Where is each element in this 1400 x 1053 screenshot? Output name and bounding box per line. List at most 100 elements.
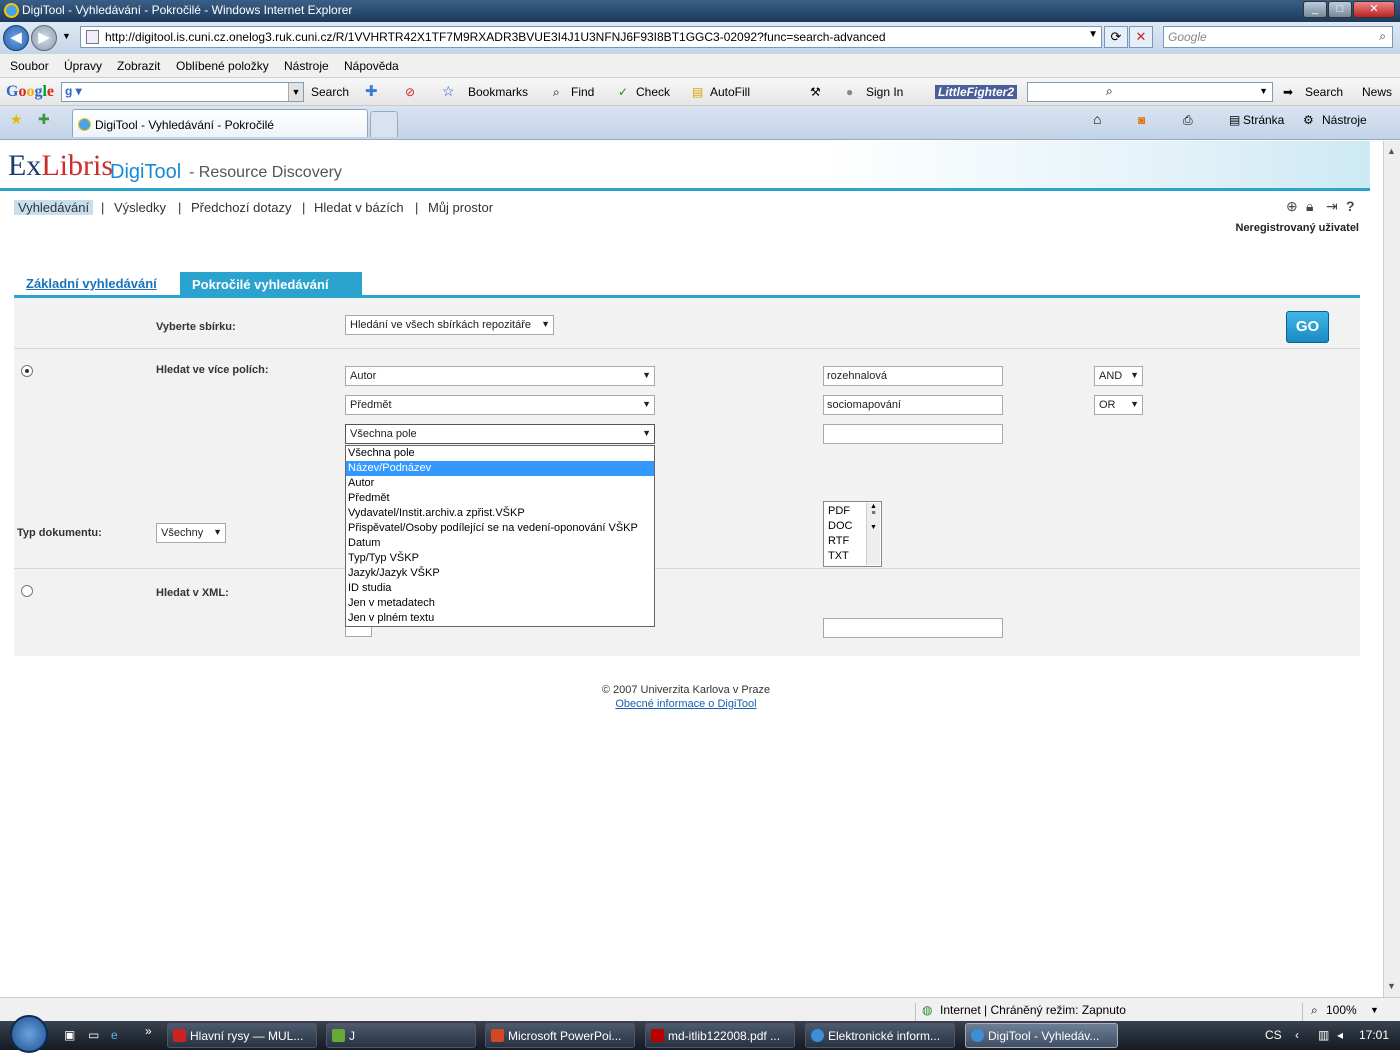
stop-icon[interactable]: ✕ — [1129, 26, 1153, 48]
field-select-3[interactable]: Všechna pole ▼ — [345, 424, 655, 444]
nav-vysledky[interactable]: Výsledky — [114, 200, 166, 215]
dropdown-option[interactable]: Typ/Typ VŠKP — [346, 551, 654, 566]
about-link[interactable]: Obecné informace o DigiTool — [615, 698, 756, 710]
menu-napoveda[interactable]: Nápověda — [344, 59, 399, 73]
dropdown-option[interactable]: Všechna pole — [346, 446, 654, 461]
dropdown-option[interactable]: ID studia — [346, 581, 654, 596]
menu-soubor[interactable]: Soubor — [10, 59, 49, 73]
tab-digitool[interactable]: DigiTool - Vyhledávání - Pokročilé — [72, 109, 368, 137]
nav-vyhledavani[interactable]: Vyhledávání — [14, 200, 94, 215]
operator-select-2[interactable]: OR ▼ — [1094, 395, 1143, 415]
field-dropdown-list[interactable]: Všechna pole Název/Podnázev Autor Předmě… — [345, 445, 655, 627]
tools-menu[interactable]: Nástroje — [1322, 113, 1367, 127]
nav-muj-prostor[interactable]: Můj prostor — [428, 200, 493, 215]
nav-hledat-v-bazich[interactable]: Hledat v bázích — [314, 200, 404, 215]
google-search-input[interactable]: g ▾ ▼ — [61, 82, 304, 102]
dropdown-option[interactable]: Vydavatel/Instit.archiv.a zpřist.VŠKP — [346, 506, 654, 521]
favorites-star-icon[interactable]: ★ — [10, 111, 23, 128]
language-indicator[interactable]: CS — [1265, 1028, 1282, 1042]
tray-expand-icon[interactable]: ‹ — [1295, 1028, 1299, 1042]
wrench-icon[interactable]: ⚒ — [810, 85, 821, 99]
clock[interactable]: 17:01 — [1359, 1028, 1389, 1042]
show-desktop-icon[interactable]: ▣ — [64, 1028, 75, 1042]
help-icon[interactable]: ? — [1346, 198, 1355, 214]
popup-blocker-icon[interactable]: ⊘ — [405, 85, 415, 99]
term-input-1[interactable]: rozehnalová — [823, 366, 1003, 386]
toolbar-search-button[interactable]: Search — [1305, 85, 1343, 99]
volume-icon[interactable]: ◂ — [1337, 1028, 1343, 1042]
taskbar-item-mul[interactable]: Hlavní rysy — MUL... — [167, 1023, 317, 1048]
find-button[interactable]: Find — [571, 85, 594, 99]
xml-input[interactable] — [823, 618, 1003, 638]
google-search-button[interactable]: Search — [311, 85, 349, 99]
toolbar-search-dropdown-icon[interactable]: ▼ — [1259, 86, 1268, 96]
search-icon[interactable]: ⌕ — [1379, 29, 1386, 44]
quicklaunch-more-icon[interactable]: » — [145, 1024, 152, 1038]
menu-zobrazit[interactable]: Zobrazit — [117, 59, 160, 73]
dropdown-option-highlighted[interactable]: Název/Podnázev — [346, 461, 654, 476]
multi-field-radio[interactable] — [21, 365, 33, 377]
dropdown-option[interactable]: Jazyk/Jazyk VŠKP — [346, 566, 654, 581]
taskbar-item-powerpoint[interactable]: Microsoft PowerPoi... — [485, 1023, 635, 1048]
search-input[interactable]: Google ⌕ — [1163, 26, 1393, 48]
add-icon[interactable]: ✚ — [365, 82, 378, 100]
menu-upravy[interactable]: Úpravy — [64, 59, 102, 73]
lock-icon[interactable]: 🔒︎ — [1306, 198, 1313, 215]
check-button[interactable]: Check — [636, 85, 670, 99]
rss-icon[interactable]: ◙ — [1138, 113, 1145, 127]
dropdown-option[interactable]: Autor — [346, 476, 654, 491]
maximize-button[interactable]: □ — [1328, 1, 1352, 18]
format-option[interactable]: PDF — [828, 505, 850, 517]
collection-select[interactable]: Hledání ve všech sbírkách repozitáře ▼ — [345, 315, 554, 335]
forward-button[interactable]: ▶ — [31, 25, 57, 51]
menu-nastroje[interactable]: Nástroje — [284, 59, 329, 73]
add-favorite-icon[interactable]: ✚ — [38, 111, 50, 128]
dropdown-option[interactable]: Předmět — [346, 491, 654, 506]
dropdown-option[interactable]: Přispěvatel/Osoby podílející se na veden… — [346, 521, 654, 536]
littlefighter-logo[interactable]: LittleFighter2 — [935, 85, 1018, 99]
minimize-button[interactable]: _ — [1303, 1, 1327, 18]
globe-icon[interactable]: ⊕ — [1286, 198, 1298, 215]
zoom-level[interactable]: 100% — [1326, 1003, 1357, 1017]
home-icon[interactable]: ⌂ — [1093, 111, 1101, 127]
url-field[interactable]: http://digitool.is.cuni.cz.onelog3.ruk.c… — [80, 26, 1102, 48]
term-input-3[interactable] — [823, 424, 1003, 444]
scroll-up-icon[interactable]: ▲ — [1387, 146, 1396, 156]
dropdown-option[interactable]: Jen v plném textu — [346, 611, 654, 626]
print-icon[interactable]: ⎙ — [1183, 113, 1193, 128]
start-button[interactable] — [10, 1015, 48, 1053]
xml-radio[interactable] — [21, 585, 33, 597]
term-input-2[interactable]: sociomapování — [823, 395, 1003, 415]
google-search-dropdown-icon[interactable]: ▼ — [288, 83, 303, 101]
field-select-1[interactable]: Autor ▼ — [345, 366, 655, 386]
taskbar-item-elektronicke[interactable]: Elektronické inform... — [805, 1023, 955, 1048]
taskbar-item-pdf[interactable]: md-itlib122008.pdf ... — [645, 1023, 795, 1048]
ie-quicklaunch-icon[interactable]: e — [111, 1028, 118, 1042]
format-option[interactable]: RTF — [828, 535, 849, 547]
page-menu[interactable]: Stránka — [1243, 113, 1284, 127]
menu-oblibene[interactable]: Oblíbené položky — [176, 59, 269, 73]
listbox-scrollbar[interactable]: ▲ ≡ ▼ — [866, 503, 880, 565]
doctype-select[interactable]: Všechny ▼ — [156, 523, 226, 543]
url-dropdown-icon[interactable]: ▼ — [1088, 29, 1098, 40]
bookmarks-button[interactable]: Bookmarks — [468, 85, 528, 99]
toolbar-search-input[interactable]: ⌕ ▼ — [1027, 82, 1273, 102]
scroll-down-icon[interactable]: ▼ — [1387, 981, 1396, 991]
go-button[interactable]: GO — [1286, 311, 1329, 343]
page-scrollbar[interactable]: ▲ ▼ — [1383, 141, 1400, 997]
zoom-dropdown-icon[interactable]: ▼ — [1370, 1005, 1379, 1015]
signin-button[interactable]: Sign In — [866, 85, 903, 99]
taskbar-item-j[interactable]: J — [326, 1023, 476, 1048]
taskbar-item-digitool[interactable]: DigiTool - Vyhledáv... — [965, 1023, 1118, 1048]
operator-select-1[interactable]: AND ▼ — [1094, 366, 1143, 386]
format-option[interactable]: TXT — [828, 550, 849, 562]
field-select-2[interactable]: Předmět ▼ — [345, 395, 655, 415]
autofill-button[interactable]: AutoFill — [710, 85, 750, 99]
network-icon[interactable]: ▥ — [1318, 1028, 1329, 1042]
nav-predchozi-dotazy[interactable]: Předchozí dotazy — [191, 200, 291, 215]
switch-windows-icon[interactable]: ▭ — [88, 1028, 99, 1042]
history-dropdown-icon[interactable]: ▼ — [62, 31, 71, 41]
news-button[interactable]: News — [1362, 85, 1392, 99]
close-button[interactable]: ✕ — [1353, 1, 1395, 18]
new-tab-button[interactable] — [370, 111, 398, 137]
